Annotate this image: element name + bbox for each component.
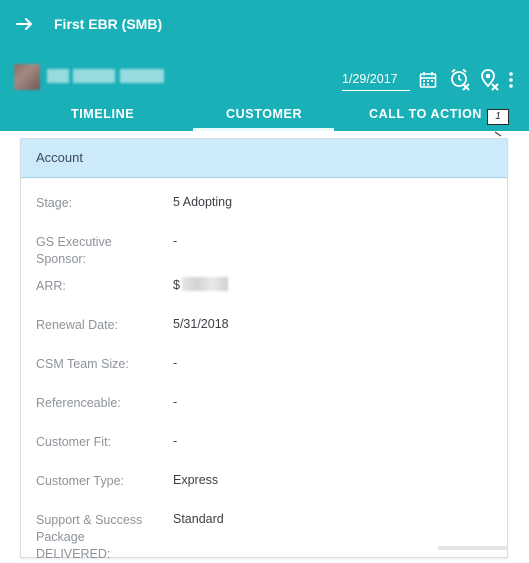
- field-label-renewal-date: Renewal Date:: [36, 318, 118, 332]
- redacted-name: [47, 69, 69, 83]
- field-value-arr: $: [173, 278, 180, 292]
- location-off-icon[interactable]: [478, 67, 500, 91]
- arrow-right-icon[interactable]: [14, 12, 36, 36]
- tab-timeline[interactable]: TIMELINE: [71, 107, 134, 121]
- field-value-csm-team-size: -: [173, 356, 178, 370]
- field-label-support-package: Support & Success Package DELIVERED:: [36, 513, 143, 561]
- field-label-customer-fit: Customer Fit:: [36, 435, 112, 449]
- redacted-name: [120, 69, 164, 83]
- alarm-off-icon[interactable]: [449, 67, 471, 91]
- customer-identity: [14, 64, 164, 90]
- card-title: Account: [36, 150, 83, 165]
- tab-badge: 1: [487, 109, 509, 125]
- active-tab-indicator: [193, 128, 334, 131]
- more-vertical-icon[interactable]: [506, 70, 516, 90]
- page-title: First EBR (SMB): [54, 16, 163, 32]
- field-value-executive-sponsor: -: [173, 234, 178, 248]
- app-header: First EBR (SMB) 1/29/2017 TIMELINE CUSTO…: [0, 0, 529, 131]
- redacted-arr-value: [182, 277, 228, 291]
- tab-customer[interactable]: CUSTOMER: [226, 107, 302, 121]
- field-value-customer-fit: -: [173, 434, 178, 448]
- field-label-referenceable: Referenceable:: [36, 396, 121, 410]
- field-label-executive-sponsor: GS Executive Sponsor:: [36, 235, 112, 266]
- page-edge: [438, 546, 508, 550]
- field-value-stage: 5 Adopting: [173, 195, 233, 209]
- field-value-support-package: Standard: [173, 512, 224, 526]
- field-label-arr: ARR:: [36, 279, 66, 293]
- date-field[interactable]: 1/29/2017: [342, 72, 410, 91]
- cursor-caret-icon: [494, 131, 502, 137]
- avatar: [14, 64, 40, 90]
- tab-bar: TIMELINE CUSTOMER CALL TO ACTION: [0, 104, 529, 131]
- field-label-csm-team-size: CSM Team Size:: [36, 357, 129, 371]
- card-header[interactable]: Account: [21, 139, 507, 178]
- field-value-customer-type: Express: [173, 473, 219, 487]
- field-label-stage: Stage:: [36, 196, 73, 210]
- calendar-icon[interactable]: [418, 70, 438, 90]
- field-label-customer-type: Customer Type:: [36, 474, 125, 488]
- redacted-name: [73, 69, 115, 83]
- account-card: Account Stage: 5 Adopting GS Executive S…: [20, 138, 508, 561]
- field-value-referenceable: -: [173, 395, 178, 409]
- field-value-renewal-date: 5/31/2018: [173, 317, 229, 331]
- tab-call-to-action[interactable]: CALL TO ACTION: [369, 107, 482, 121]
